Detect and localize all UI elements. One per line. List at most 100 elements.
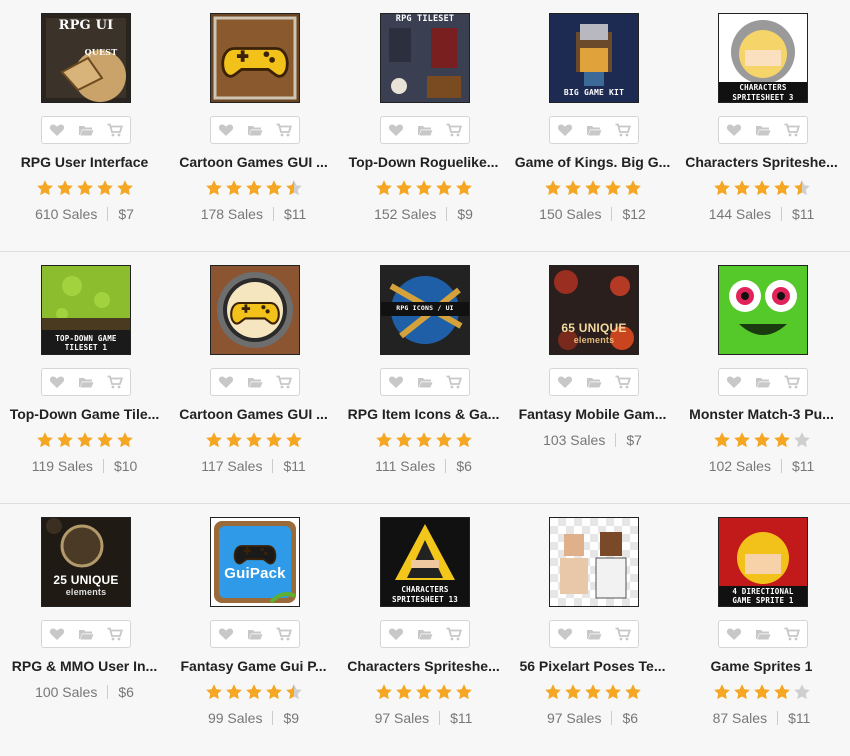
product-meta: 97 Sales $11 bbox=[339, 710, 508, 726]
favorite-button[interactable] bbox=[723, 119, 745, 141]
product-actions bbox=[210, 116, 300, 144]
product-thumbnail[interactable]: 65 UNIQUE elements bbox=[549, 265, 639, 355]
rating-star-icon bbox=[625, 180, 641, 196]
favorite-button[interactable] bbox=[215, 623, 237, 645]
product-title[interactable]: Cartoon Games GUI ... bbox=[169, 406, 338, 422]
product-thumbnail[interactable]: TOP-DOWN GAME TILESET 1 bbox=[41, 265, 131, 355]
product-thumbnail[interactable] bbox=[210, 13, 300, 103]
add-to-cart-button[interactable] bbox=[104, 119, 126, 141]
collection-button[interactable] bbox=[583, 623, 605, 645]
collection-button[interactable] bbox=[414, 623, 436, 645]
product-thumbnail[interactable] bbox=[718, 265, 808, 355]
favorite-button[interactable] bbox=[46, 119, 68, 141]
product-title[interactable]: Fantasy Game Gui P... bbox=[169, 658, 338, 674]
collection-button[interactable] bbox=[583, 371, 605, 393]
product-title[interactable]: Characters Spriteshe... bbox=[677, 154, 846, 170]
favorite-button[interactable] bbox=[215, 119, 237, 141]
product-thumbnail[interactable]: CHARACTERS SPRITESHEET 3 bbox=[718, 13, 808, 103]
collection-button[interactable] bbox=[414, 119, 436, 141]
favorite-button[interactable] bbox=[385, 371, 407, 393]
product-thumbnail[interactable]: 4 DIRECTIONAL GAME SPRITE 1 bbox=[718, 517, 808, 607]
add-to-cart-button[interactable] bbox=[273, 119, 295, 141]
add-to-cart-button[interactable] bbox=[781, 371, 803, 393]
product-card: 65 UNIQUE elements Fantasy Mobile Gam... 10… bbox=[508, 265, 677, 495]
price: $6 bbox=[118, 684, 134, 700]
product-grid: RPG UI QUEST RPG User Interface 610 Sales $7… bbox=[0, 0, 850, 756]
product-thumbnail[interactable]: BIG GAME KIT bbox=[549, 13, 639, 103]
price: $9 bbox=[457, 206, 473, 222]
product-meta: 178 Sales $11 bbox=[169, 206, 338, 222]
heart-icon bbox=[726, 124, 741, 136]
product-thumbnail[interactable]: CHARACTERS SPRITESHEET 13 bbox=[380, 517, 470, 607]
product-meta: 610 Sales $7 bbox=[0, 206, 169, 222]
product-thumbnail[interactable] bbox=[549, 517, 639, 607]
favorite-button[interactable] bbox=[554, 623, 576, 645]
add-to-cart-button[interactable] bbox=[104, 623, 126, 645]
rating-star-icon bbox=[774, 180, 790, 196]
favorite-button[interactable] bbox=[554, 371, 576, 393]
product-thumbnail[interactable]: RPG UI QUEST bbox=[41, 13, 131, 103]
product-thumbnail[interactable]: GuiPack bbox=[210, 517, 300, 607]
product-thumbnail[interactable] bbox=[210, 265, 300, 355]
favorite-button[interactable] bbox=[554, 119, 576, 141]
product-title[interactable]: Fantasy Mobile Gam... bbox=[508, 406, 677, 422]
product-title[interactable]: 56 Pixelart Poses Te... bbox=[508, 658, 677, 674]
collection-button[interactable] bbox=[583, 119, 605, 141]
rating-stars bbox=[712, 431, 812, 449]
folder-icon bbox=[586, 630, 602, 640]
product-title[interactable]: Game Sprites 1 bbox=[677, 658, 846, 674]
collection-button[interactable] bbox=[414, 371, 436, 393]
product-title[interactable]: Top-Down Game Tile... bbox=[0, 406, 169, 422]
product-title[interactable]: RPG & MMO User In... bbox=[0, 658, 169, 674]
favorite-button[interactable] bbox=[723, 371, 745, 393]
add-to-cart-button[interactable] bbox=[273, 371, 295, 393]
product-title[interactable]: RPG Item Icons & Ga... bbox=[339, 406, 508, 422]
favorite-button[interactable] bbox=[46, 371, 68, 393]
add-to-cart-button[interactable] bbox=[104, 371, 126, 393]
product-thumbnail[interactable]: RPG TILESET bbox=[380, 13, 470, 103]
favorite-button[interactable] bbox=[385, 623, 407, 645]
add-to-cart-button[interactable] bbox=[612, 119, 634, 141]
cart-icon bbox=[615, 123, 632, 137]
add-to-cart-button[interactable] bbox=[612, 371, 634, 393]
product-thumbnail[interactable]: RPG ICONS / UI bbox=[380, 265, 470, 355]
favorite-button[interactable] bbox=[46, 623, 68, 645]
add-to-cart-button[interactable] bbox=[443, 119, 465, 141]
product-title[interactable]: Cartoon Games GUI ... bbox=[169, 154, 338, 170]
collection-button[interactable] bbox=[244, 623, 266, 645]
folder-icon bbox=[247, 126, 263, 136]
rating-star-icon bbox=[266, 180, 282, 196]
collection-button[interactable] bbox=[75, 623, 97, 645]
collection-button[interactable] bbox=[75, 371, 97, 393]
add-to-cart-button[interactable] bbox=[443, 371, 465, 393]
collection-button[interactable] bbox=[752, 371, 774, 393]
rating-star-icon bbox=[585, 684, 601, 700]
product-title[interactable]: RPG User Interface bbox=[0, 154, 169, 170]
collection-button[interactable] bbox=[752, 623, 774, 645]
rating-star-icon bbox=[396, 180, 412, 196]
collection-button[interactable] bbox=[752, 119, 774, 141]
add-to-cart-button[interactable] bbox=[612, 623, 634, 645]
meta-divider bbox=[102, 459, 104, 473]
collection-button[interactable] bbox=[244, 119, 266, 141]
product-title[interactable]: Characters Spriteshe... bbox=[339, 658, 508, 674]
rating-star-icon bbox=[416, 684, 432, 700]
rating-star-icon bbox=[246, 684, 262, 700]
price: $7 bbox=[626, 432, 642, 448]
add-to-cart-button[interactable] bbox=[781, 119, 803, 141]
collection-button[interactable] bbox=[244, 371, 266, 393]
product-title[interactable]: Game of Kings. Big G... bbox=[508, 154, 677, 170]
collection-button[interactable] bbox=[75, 119, 97, 141]
product-thumbnail[interactable]: 25 UNIQUE elements bbox=[41, 517, 131, 607]
add-to-cart-button[interactable] bbox=[443, 623, 465, 645]
thumbnail-text: RPG ICONS / UI bbox=[396, 304, 454, 312]
add-to-cart-button[interactable] bbox=[273, 623, 295, 645]
add-to-cart-button[interactable] bbox=[781, 623, 803, 645]
favorite-button[interactable] bbox=[215, 371, 237, 393]
favorite-button[interactable] bbox=[723, 623, 745, 645]
product-title[interactable]: Top-Down Roguelike... bbox=[339, 154, 508, 170]
product-title[interactable]: Monster Match-3 Pu... bbox=[677, 406, 846, 422]
price: $11 bbox=[791, 458, 815, 474]
heart-icon bbox=[557, 628, 572, 640]
favorite-button[interactable] bbox=[385, 119, 407, 141]
